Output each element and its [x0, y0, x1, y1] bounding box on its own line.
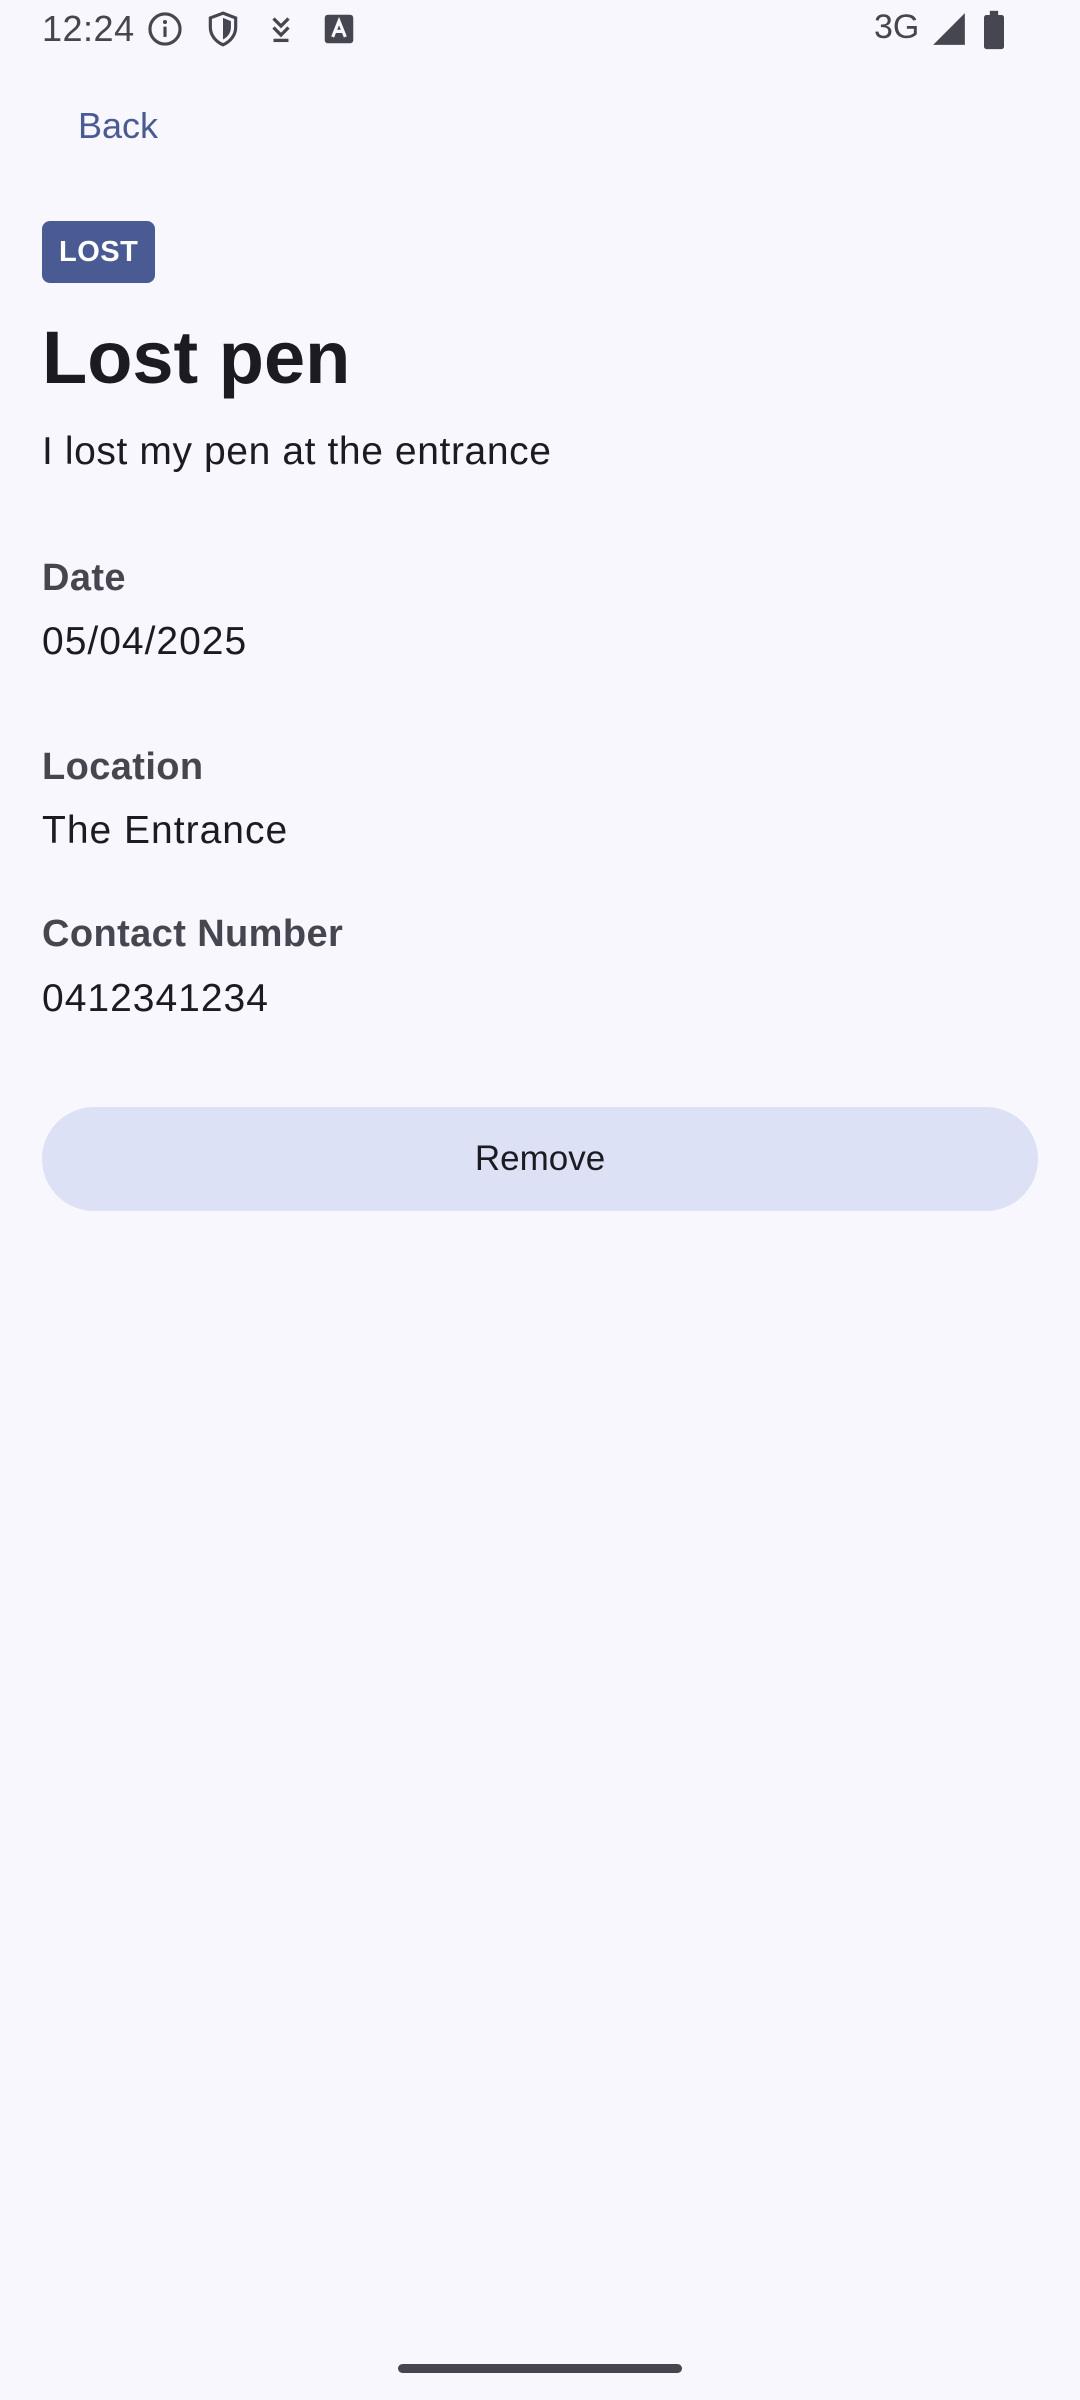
battery-icon: [982, 10, 1006, 55]
date-label: Date: [42, 557, 126, 599]
contact-number-value: 0412341234: [42, 977, 269, 1020]
download-icon: [263, 10, 299, 53]
keyboard-a-icon: [320, 10, 358, 53]
location-value: The Entrance: [42, 809, 289, 852]
item-description: I lost my pen at the entrance: [42, 430, 552, 473]
page-title: Lost pen: [42, 316, 351, 399]
date-value: 05/04/2025: [42, 620, 248, 663]
home-indicator[interactable]: [398, 2364, 682, 2373]
status-time: 12:24: [42, 8, 135, 49]
back-button[interactable]: Back: [48, 92, 188, 160]
status-bar: 12:24 3G: [0, 0, 1080, 64]
info-icon: [146, 10, 184, 53]
remove-button[interactable]: Remove: [42, 1107, 1038, 1211]
signal-icon: [930, 10, 968, 53]
location-label: Location: [42, 746, 204, 788]
network-type: 3G: [874, 8, 920, 46]
status-badge: LOST: [42, 221, 156, 283]
contact-number-label: Contact Number: [42, 913, 344, 955]
shield-icon: [204, 10, 242, 53]
